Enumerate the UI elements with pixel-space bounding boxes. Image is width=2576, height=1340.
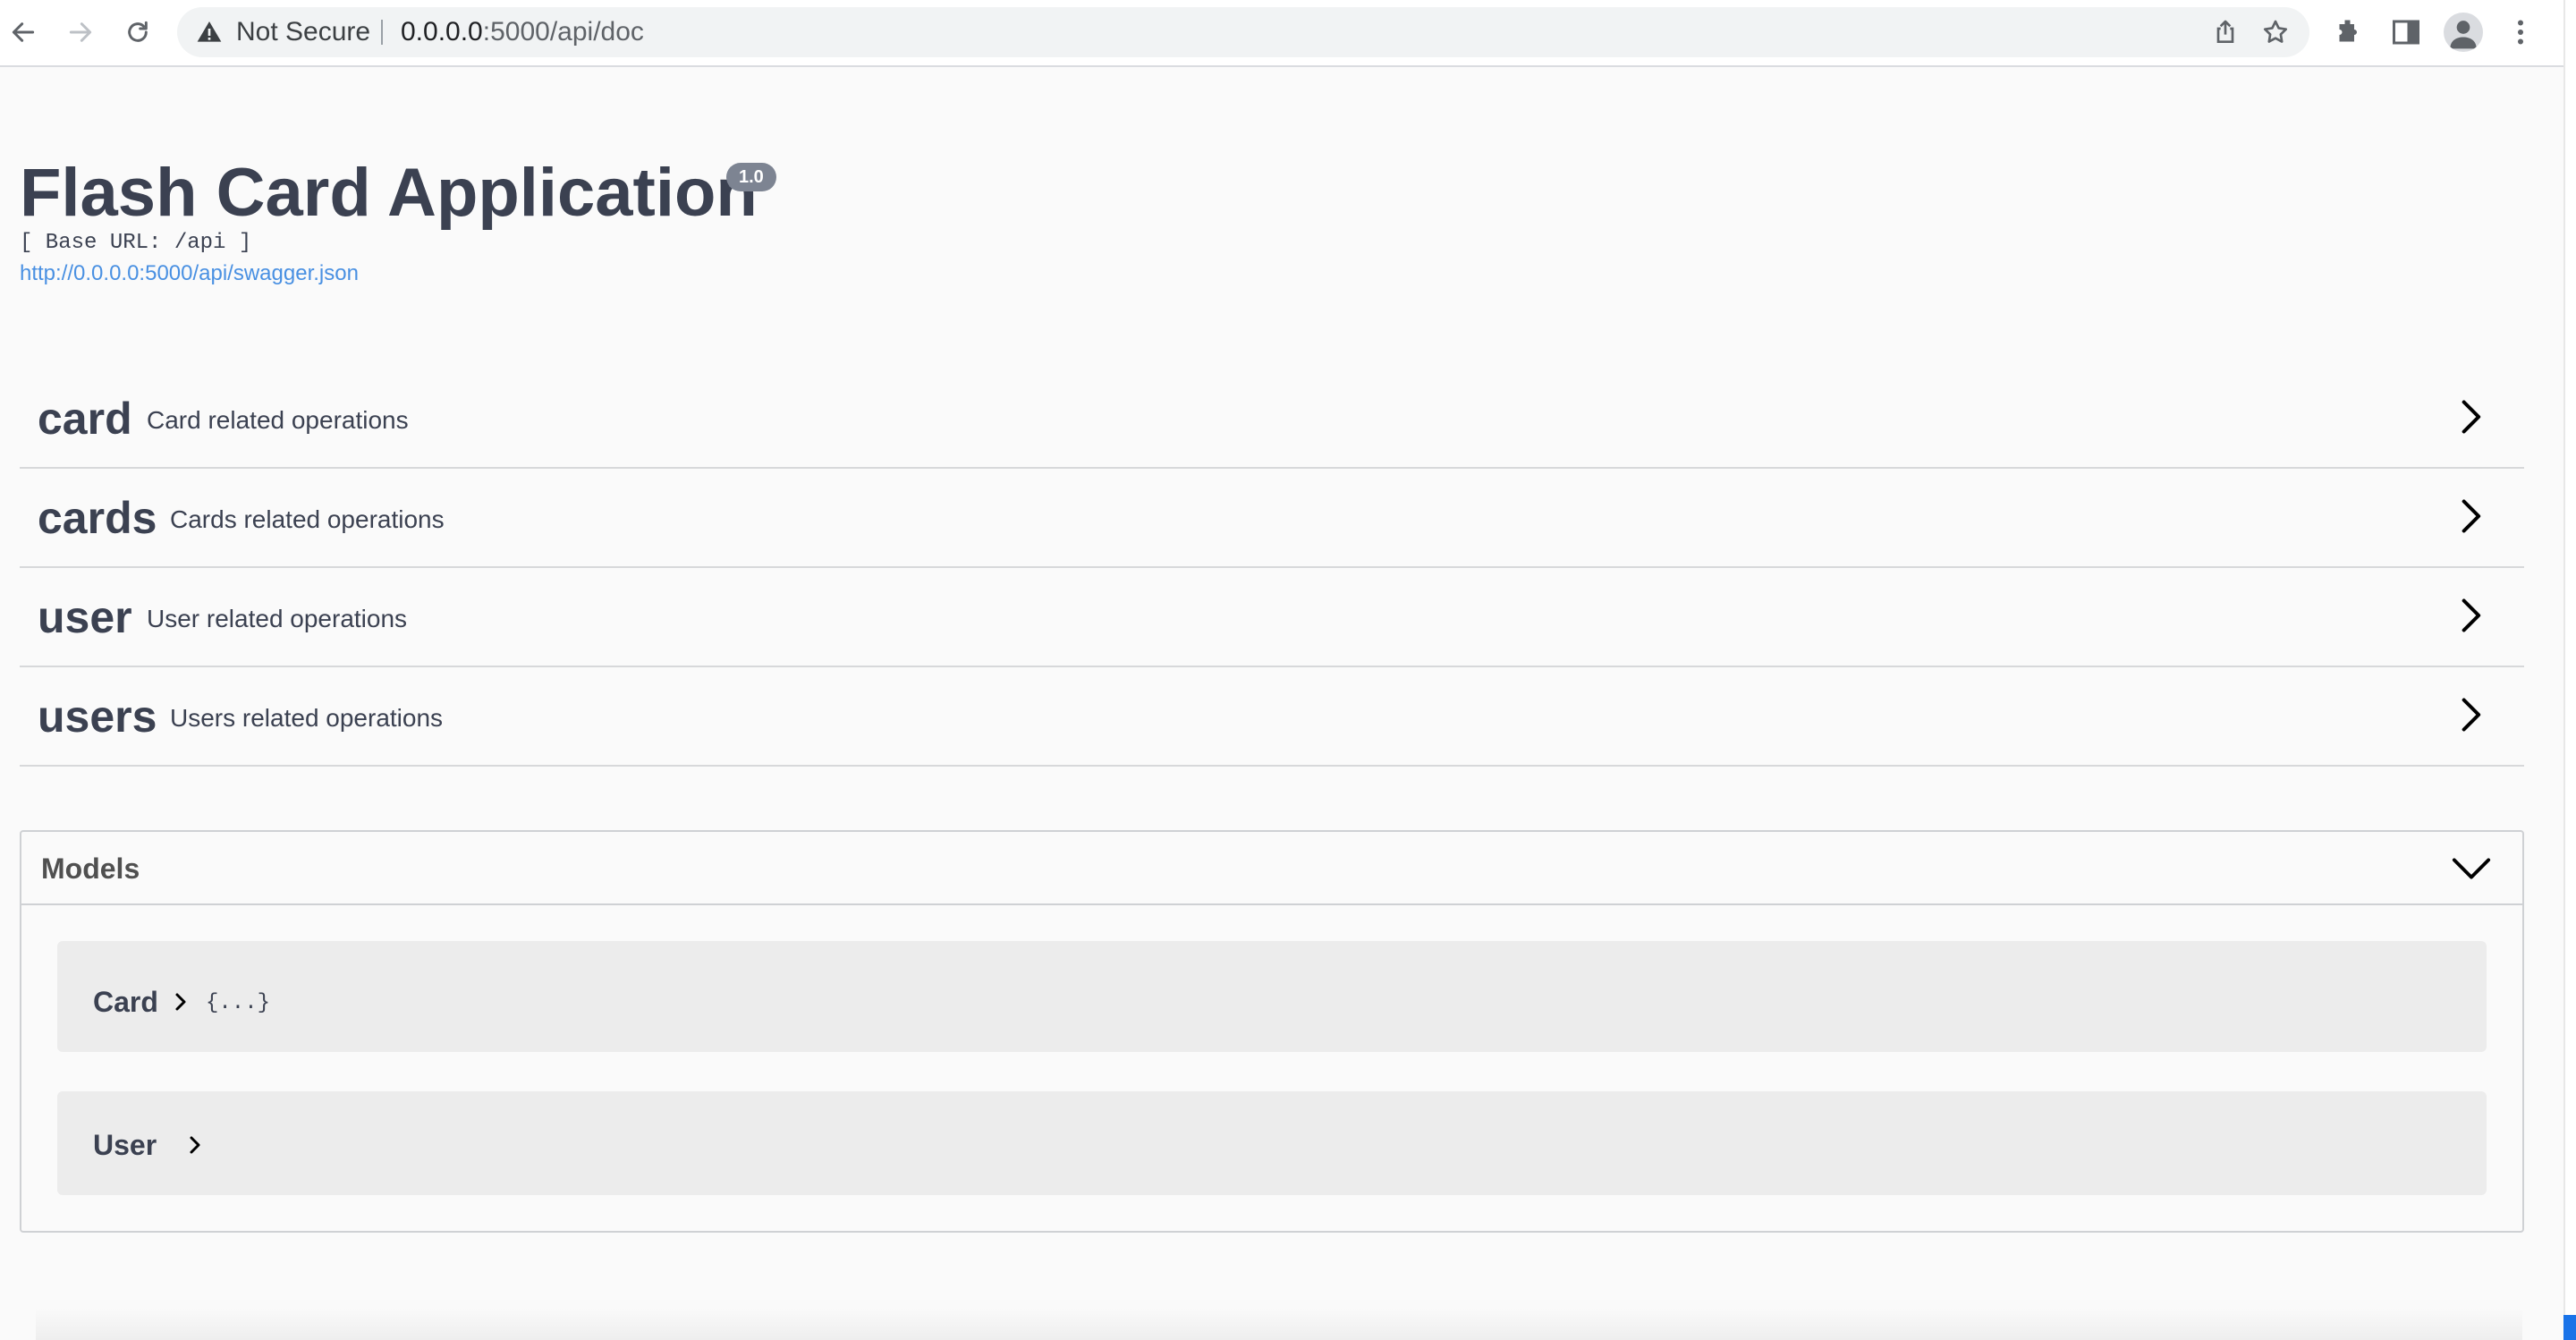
extensions-icon[interactable] bbox=[2333, 16, 2365, 48]
vertical-scrollbar[interactable] bbox=[2563, 0, 2576, 1340]
profile-icon bbox=[2450, 21, 2477, 49]
url-host: 0.0.0.0 bbox=[401, 17, 483, 47]
tag-description: Users related operations bbox=[170, 704, 444, 732]
tag-name: users bbox=[38, 691, 157, 742]
warning-icon bbox=[197, 21, 222, 42]
reload-icon bbox=[128, 21, 148, 42]
tag-cards[interactable]: cards Cards related operations bbox=[20, 468, 2524, 568]
back-button[interactable] bbox=[5, 14, 41, 50]
tag-description: Card related operations bbox=[147, 406, 409, 434]
forward-arrow-icon bbox=[69, 22, 92, 42]
security-label[interactable]: Not Secure bbox=[236, 7, 370, 57]
model-preview[interactable]: {...} bbox=[206, 991, 270, 1015]
reload-button[interactable] bbox=[120, 14, 156, 50]
tag-description: User related operations bbox=[147, 605, 408, 632]
browser-window: Not Secure 0.0.0.0:5000/api/doc Flash Ca… bbox=[0, 0, 2576, 1340]
browser-toolbar: Not Secure 0.0.0.0:5000/api/doc bbox=[0, 0, 2563, 67]
model-name: Card bbox=[93, 986, 158, 1018]
back-arrow-icon bbox=[12, 22, 35, 42]
tag-name: user bbox=[38, 592, 132, 642]
api-title: Flash Card Application bbox=[20, 155, 758, 231]
scrollbar-thumb[interactable] bbox=[2563, 1315, 2576, 1340]
tag-description: Cards related operations bbox=[170, 505, 445, 533]
side-panel-icon[interactable] bbox=[2390, 16, 2422, 48]
page-footer-shadow bbox=[36, 1308, 2522, 1340]
tag-users[interactable]: users Users related operations bbox=[20, 666, 2524, 767]
tag-name: cards bbox=[38, 493, 157, 543]
swagger-json-link[interactable]: http://0.0.0.0:5000/api/swagger.json bbox=[20, 261, 359, 286]
share-icon[interactable] bbox=[2211, 18, 2240, 47]
chevron-right-icon[interactable] bbox=[2451, 695, 2490, 734]
model-card[interactable]: Card {...} bbox=[57, 941, 2487, 1052]
tag-user[interactable]: user User related operations bbox=[20, 567, 2524, 667]
tag-card[interactable]: card Card related operations bbox=[20, 369, 2524, 469]
chevron-right-icon[interactable] bbox=[2451, 596, 2490, 635]
address-separator bbox=[381, 20, 383, 45]
base-url: [ Base URL: /api ] bbox=[20, 231, 252, 255]
chevron-right-icon[interactable] bbox=[170, 991, 191, 1013]
forward-button[interactable] bbox=[63, 14, 98, 50]
chevron-down-icon[interactable] bbox=[2451, 848, 2492, 889]
chevron-right-icon[interactable] bbox=[184, 1134, 206, 1156]
models-header[interactable]: Models bbox=[21, 832, 2522, 905]
models-section: Models Card {...} User bbox=[20, 830, 2524, 1233]
chevron-right-icon[interactable] bbox=[2451, 496, 2490, 536]
profile-avatar[interactable] bbox=[2444, 13, 2483, 52]
address-bar[interactable]: Not Secure 0.0.0.0:5000/api/doc bbox=[177, 7, 2309, 57]
url-path: :5000/api/doc bbox=[482, 17, 644, 47]
models-title: Models bbox=[41, 852, 140, 885]
star-icon[interactable] bbox=[2261, 18, 2290, 47]
model-name: User bbox=[93, 1129, 157, 1161]
version-badge: 1.0 bbox=[726, 163, 776, 191]
tag-name: card bbox=[38, 394, 132, 444]
model-user[interactable]: User bbox=[57, 1091, 2487, 1195]
url-text[interactable]: 0.0.0.0:5000/api/doc bbox=[401, 7, 644, 57]
more-vertical-icon[interactable] bbox=[2504, 16, 2537, 48]
chevron-right-icon[interactable] bbox=[2451, 397, 2490, 437]
